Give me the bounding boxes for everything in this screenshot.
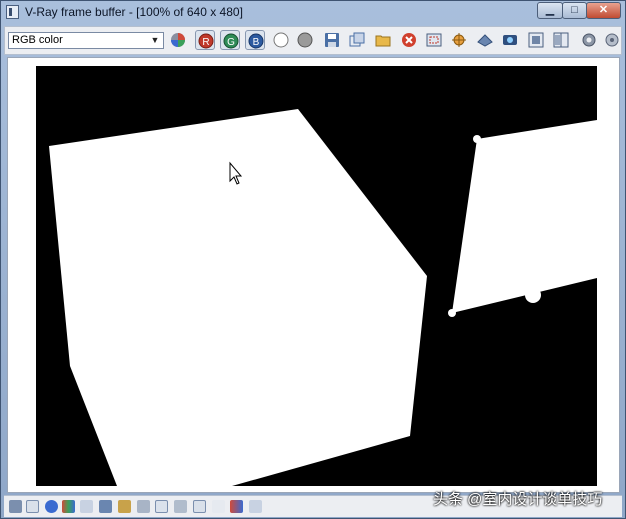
close-button[interactable]: ✕ <box>586 2 621 19</box>
region-render-button[interactable] <box>424 30 444 50</box>
channel-select-value: RGB color <box>12 34 63 46</box>
green-channel-label: G <box>227 37 235 48</box>
maximize-button[interactable]: □ <box>562 2 587 19</box>
clear-icon <box>402 33 416 47</box>
stereo-button[interactable] <box>500 30 520 50</box>
levels-icon[interactable] <box>80 500 93 513</box>
red-channel-label: R <box>202 37 209 48</box>
history-button[interactable] <box>526 30 546 50</box>
title-bar[interactable]: V-Ray frame buffer - [100% of 640 x 480]… <box>1 1 625 25</box>
monitor-icon[interactable] <box>174 500 187 513</box>
duplicate-icon <box>349 32 365 47</box>
toolbar: RGB color ▼ R G B <box>4 26 622 55</box>
info-icon[interactable] <box>45 500 58 513</box>
red-channel-button[interactable]: R <box>195 30 215 50</box>
gray-circle-icon <box>297 32 313 48</box>
color-correction-button[interactable] <box>168 30 188 50</box>
exposure-icon[interactable] <box>137 500 150 513</box>
flip-icon[interactable] <box>212 500 225 513</box>
crop-icon[interactable] <box>155 500 168 513</box>
curves-icon[interactable] <box>118 500 131 513</box>
chevron-down-icon: ▼ <box>150 35 160 45</box>
histogram-icon[interactable] <box>99 500 112 513</box>
panel-corner-bottom <box>448 309 456 317</box>
watermark-text: 头条 @室内设计谈单技巧 <box>433 491 603 508</box>
duplicate-button[interactable] <box>347 30 367 50</box>
extra-settings-button[interactable] <box>602 30 622 50</box>
track-mouse-button[interactable] <box>449 30 469 50</box>
history-icon <box>528 32 544 48</box>
render-viewport[interactable] <box>7 57 620 493</box>
list-icon[interactable] <box>26 500 39 513</box>
channel-select[interactable]: RGB color ▼ <box>8 32 164 49</box>
green-channel-button[interactable]: G <box>220 30 240 50</box>
stereo-icon <box>503 35 517 45</box>
white-circle-icon <box>273 32 289 48</box>
gear-icon <box>605 33 619 47</box>
save-icon <box>325 33 339 47</box>
lens-effects-button[interactable] <box>475 30 495 50</box>
vray-frame-buffer-window: V-Ray frame buffer - [100% of 640 x 480]… <box>0 0 626 519</box>
save-button[interactable] <box>322 30 342 50</box>
open-folder-button[interactable] <box>373 30 393 50</box>
window-title: V-Ray frame buffer - [100% of 640 x 480] <box>25 5 243 19</box>
settings-icon <box>582 33 596 47</box>
bars-icon[interactable] <box>230 500 243 513</box>
green-channel-icon: G <box>223 33 239 49</box>
h-icon[interactable] <box>193 500 206 513</box>
settings-button[interactable] <box>579 30 599 50</box>
red-channel-icon: R <box>198 33 214 49</box>
minimize-button[interactable]: ▁ <box>537 2 563 19</box>
color-correction-icon <box>171 33 185 47</box>
panel-edge-blob <box>525 287 541 303</box>
panel-corner-top <box>473 135 481 143</box>
clear-button[interactable] <box>399 30 419 50</box>
region-render-icon <box>426 33 442 47</box>
gray-circle-button[interactable] <box>295 30 315 50</box>
white-circle-button[interactable] <box>271 30 291 50</box>
track-mouse-icon <box>452 33 466 47</box>
lut-icon[interactable] <box>249 500 262 513</box>
open-folder-icon <box>375 35 391 47</box>
compare-icon <box>553 32 569 48</box>
app-icon <box>6 5 19 19</box>
blue-channel-icon: B <box>248 33 264 49</box>
blue-channel-button[interactable]: B <box>245 30 265 50</box>
color-swatch-icon[interactable] <box>62 500 75 513</box>
lens-effects-icon <box>477 34 493 47</box>
rendered-image <box>36 66 597 486</box>
history-toggle-icon[interactable] <box>9 500 22 513</box>
blue-channel-label: B <box>253 37 260 48</box>
compare-button[interactable] <box>551 30 571 50</box>
